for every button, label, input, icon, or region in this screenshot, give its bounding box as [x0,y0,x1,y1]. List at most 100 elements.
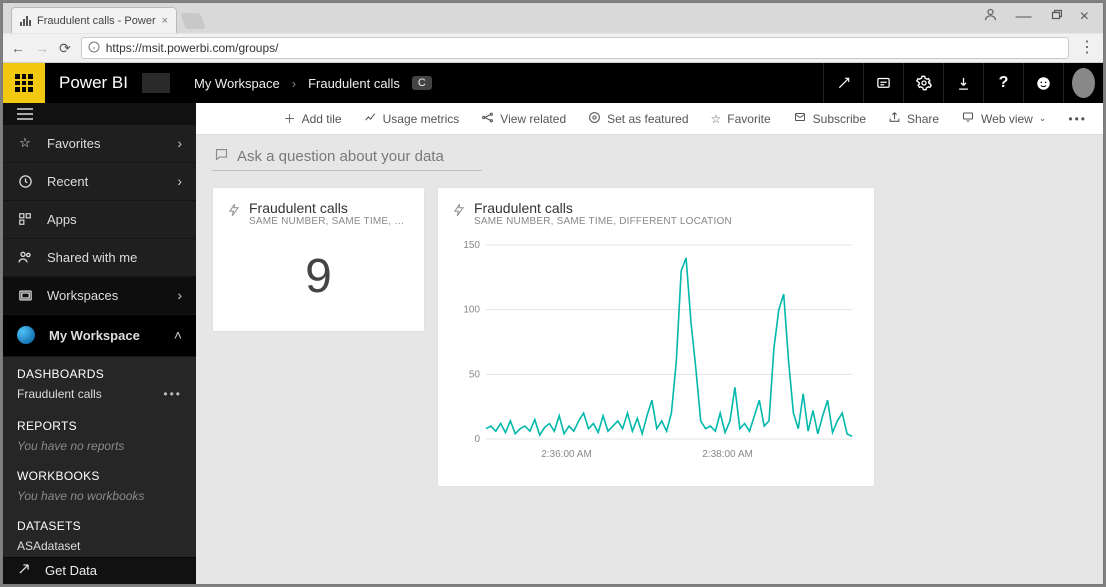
share-button[interactable]: Share [888,111,939,127]
browser-toolbar: ← → ⟳ https://msit.powerbi.com/groups/ ⋮ [3,33,1103,63]
app-launcher-button[interactable] [3,63,45,103]
svg-text:150: 150 [463,240,480,251]
chevron-right-icon: › [292,76,296,91]
fullscreen-button[interactable] [823,63,863,103]
sidebar-item-apps[interactable]: Apps [3,201,196,239]
dataset-item[interactable]: ASAdataset [3,539,196,557]
sidebar-item-recent[interactable]: Recent › [3,163,196,201]
window-minimize-icon[interactable]: — [1016,8,1032,26]
get-data-button[interactable]: Get Data [3,557,196,584]
qna-placeholder: Ask a question about your data [237,148,444,165]
qna-input[interactable]: Ask a question about your data [212,145,482,171]
hamburger-icon [17,108,33,120]
chevron-down-icon: ⌄ [1039,113,1047,124]
apps-icon [17,211,33,227]
browser-tab[interactable]: Fraudulent calls - Power × [11,7,177,33]
download-button[interactable] [943,63,983,103]
sidebar-item-favorites[interactable]: ☆ Favorites › [3,125,196,163]
sidebar-toggle[interactable] [3,103,196,125]
plus-icon: ＋ [284,110,296,127]
reports-empty-text: You have no reports [3,439,196,455]
svg-text:2:38:00 AM: 2:38:00 AM [702,449,753,460]
url-bar[interactable]: https://msit.powerbi.com/groups/ [81,37,1069,59]
set-featured-button[interactable]: Set as featured [588,111,688,127]
new-tab-button[interactable] [180,13,206,29]
view-related-button[interactable]: View related [481,111,566,127]
breadcrumb: My Workspace › Fraudulent calls C [142,63,823,103]
favorite-label: Favorite [727,112,770,126]
classification-badge: C [412,76,432,90]
svg-text:0: 0 [474,434,480,445]
sidebar-label: Recent [47,174,88,189]
svg-text:100: 100 [463,305,480,316]
workspace-avatar-icon [17,326,35,344]
workbooks-empty-text: You have no workbooks [3,489,196,505]
sidebar-item-my-workspace[interactable]: My Workspace ˄ [3,315,196,357]
svg-text:50: 50 [469,369,481,380]
settings-button[interactable] [903,63,943,103]
share-label: Share [907,112,939,126]
brand-label[interactable]: Power BI [45,63,142,103]
web-view-button[interactable]: Web view⌄ [961,111,1046,126]
add-tile-button[interactable]: ＋ Add tile [284,110,342,127]
sidebar-label: Workspaces [47,288,118,303]
chevron-right-icon: › [177,173,182,189]
notifications-button[interactable] [863,63,903,103]
tile-line-chart[interactable]: Fraudulent calls SAME NUMBER, SAME TIME,… [437,187,875,487]
breadcrumb-workspace[interactable]: My Workspace [194,76,280,91]
chat-icon [214,147,229,166]
sidebar-label: Apps [47,212,77,227]
featured-icon [588,111,601,127]
svg-text:2:36:00 AM: 2:36:00 AM [541,449,592,460]
people-icon [17,249,33,265]
waffle-icon [15,74,33,92]
tile-title: Fraudulent calls [474,200,732,216]
dataset-item-label: ASAdataset [17,539,80,553]
window-close-icon[interactable]: × [1080,8,1089,26]
chevron-right-icon: › [177,287,182,303]
favorite-button[interactable]: ☆Favorite [711,112,771,126]
reports-header: REPORTS [17,419,77,433]
subscribe-button[interactable]: Subscribe [793,111,866,126]
sidebar-item-shared[interactable]: Shared with me [3,239,196,277]
line-chart-svg: 0 50 100 150 2:36:00 AM 2:38:00 AM [452,237,862,467]
get-data-label: Get Data [45,563,97,578]
nav-forward-icon: → [35,40,49,56]
clock-icon [17,173,33,189]
add-tile-label: Add tile [302,112,342,126]
sidebar-item-workspaces[interactable]: Workspaces › [3,277,196,315]
tile-card-number[interactable]: Fraudulent calls SAME NUMBER, SAME TIME,… [212,187,425,332]
tab-close-icon[interactable]: × [162,15,168,27]
monitor-icon [961,111,975,126]
lightning-icon [452,202,466,223]
dashboard-item-label: Fraudulent calls [17,387,102,401]
user-avatar[interactable] [1072,68,1095,98]
site-info-icon[interactable] [88,41,100,56]
browser-tabstrip: Fraudulent calls - Power × — × [3,3,1103,33]
tab-title: Fraudulent calls - Power [37,15,156,27]
workbooks-header: WORKBOOKS [17,469,100,483]
more-icon[interactable]: ••• [163,387,182,401]
help-button[interactable]: ? [983,63,1023,103]
powerbi-header: Power BI My Workspace › Fraudulent calls… [3,63,1103,103]
nav-sidebar: ☆ Favorites › Recent › Apps Shared with … [3,103,196,584]
nav-back-icon[interactable]: ← [11,40,25,56]
more-options-button[interactable]: ••• [1068,112,1087,126]
usage-metrics-button[interactable]: Usage metrics [364,111,460,127]
dashboard-item[interactable]: Fraudulent calls ••• [3,387,196,405]
share-icon [888,111,901,127]
tile-subtitle: SAME NUMBER, SAME TIME, DIFFERENT LOCATI… [474,216,732,227]
window-restore-icon[interactable] [1050,8,1062,26]
powerbi-favicon [20,16,31,26]
breadcrumb-dashboard[interactable]: Fraudulent calls [308,76,400,91]
url-text: https://msit.powerbi.com/groups/ [106,41,279,55]
mail-icon [793,111,807,126]
get-data-icon [17,562,31,579]
chrome-account-icon[interactable] [983,7,998,27]
chrome-menu-icon[interactable]: ⋮ [1079,46,1095,50]
dashboards-header: DASHBOARDS [17,367,104,381]
feedback-button[interactable] [1023,63,1063,103]
nav-reload-icon[interactable]: ⟳ [59,40,71,57]
tenant-thumbnail [142,73,170,93]
related-icon [481,111,494,127]
